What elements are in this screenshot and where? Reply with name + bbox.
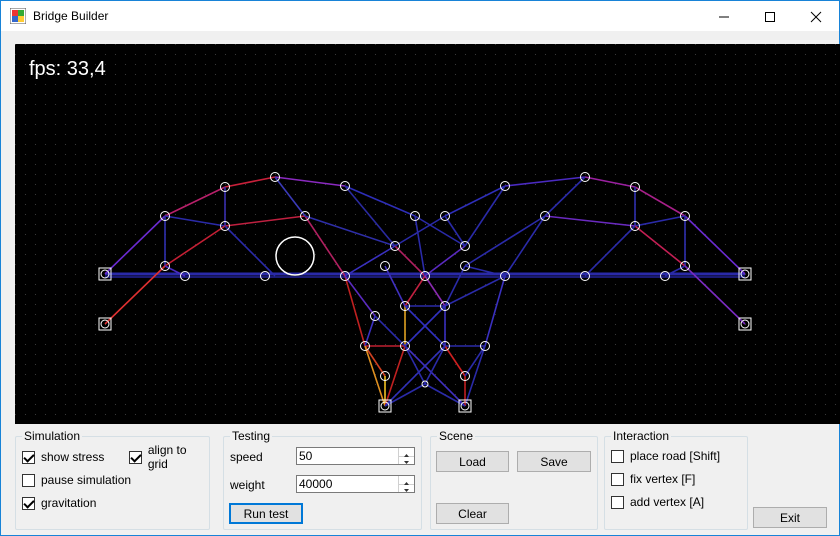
gravitation-label: gravitation <box>41 496 97 510</box>
testing-title: Testing <box>230 429 273 443</box>
app-window: Bridge Builder fps: 33,4 Simulation show… <box>0 0 840 536</box>
fps-counter: fps: 33,4 <box>29 58 106 80</box>
add-vertex-check-icon <box>611 495 624 509</box>
close-button[interactable] <box>793 1 839 31</box>
align-to-grid-check-icon <box>129 450 142 464</box>
speed-label: speed <box>230 450 263 464</box>
show-stress-checkbox[interactable]: show stress <box>22 449 104 465</box>
bridge-canvas[interactable]: fps: 33,4 <box>15 44 840 424</box>
scene-group: Scene Load Save Clear <box>430 429 598 530</box>
app-icon <box>10 8 26 24</box>
weight-stepper[interactable] <box>296 475 415 493</box>
speed-down-button[interactable] <box>399 456 414 464</box>
load-button[interactable]: Load <box>436 451 509 472</box>
close-icon <box>810 11 822 23</box>
maximize-button[interactable] <box>747 1 793 31</box>
interaction-group: Interaction place road [Shift] fix verte… <box>604 429 748 530</box>
speed-input[interactable] <box>297 448 387 464</box>
fix-vertex-label: fix vertex [F] <box>630 472 696 486</box>
weight-spin[interactable] <box>398 476 414 492</box>
fix-vertex-checkbox[interactable]: fix vertex [F] <box>611 471 695 487</box>
chevron-down-icon <box>404 489 409 492</box>
speed-spin[interactable] <box>398 448 414 464</box>
maximize-icon <box>765 12 775 22</box>
speed-stepper[interactable] <box>296 447 415 465</box>
pause-simulation-label: pause simulation <box>41 473 132 487</box>
weight-label: weight <box>230 478 265 492</box>
fix-vertex-check-icon <box>611 472 624 486</box>
weight-down-button[interactable] <box>399 484 414 492</box>
exit-button[interactable]: Exit <box>753 507 827 528</box>
place-road-label: place road [Shift] <box>630 449 721 463</box>
align-to-grid-checkbox[interactable]: align to grid <box>129 443 209 471</box>
place-road-checkbox[interactable]: place road [Shift] <box>611 448 720 464</box>
testing-group: Testing speed weight Run test <box>223 429 422 530</box>
chevron-down-icon <box>404 461 409 464</box>
gravitation-check-icon <box>22 496 35 510</box>
window-title: Bridge Builder <box>33 9 109 23</box>
pause-simulation-checkbox[interactable]: pause simulation <box>22 472 131 488</box>
grid-background <box>15 44 840 424</box>
run-test-button[interactable]: Run test <box>229 503 303 524</box>
interaction-title: Interaction <box>611 429 672 443</box>
bridge-drawing <box>15 44 840 424</box>
align-to-grid-label: align to grid <box>147 443 187 471</box>
minimize-button[interactable] <box>701 1 747 31</box>
place-road-check-icon <box>611 449 624 463</box>
title-bar[interactable]: Bridge Builder <box>1 1 839 31</box>
simulation-group: Simulation show stress align to grid pau… <box>15 429 210 530</box>
minimize-icon <box>719 16 729 18</box>
save-button[interactable]: Save <box>517 451 591 472</box>
add-vertex-checkbox[interactable]: add vertex [A] <box>611 494 704 510</box>
weight-input[interactable] <box>297 476 387 492</box>
show-stress-label: show stress <box>41 450 105 464</box>
simulation-title: Simulation <box>22 429 83 443</box>
scene-title: Scene <box>437 429 476 443</box>
show-stress-check-icon <box>22 450 35 464</box>
add-vertex-label: add vertex [A] <box>630 495 705 509</box>
clear-button[interactable]: Clear <box>436 503 509 524</box>
pause-simulation-check-icon <box>22 473 35 487</box>
gravitation-checkbox[interactable]: gravitation <box>22 495 96 511</box>
